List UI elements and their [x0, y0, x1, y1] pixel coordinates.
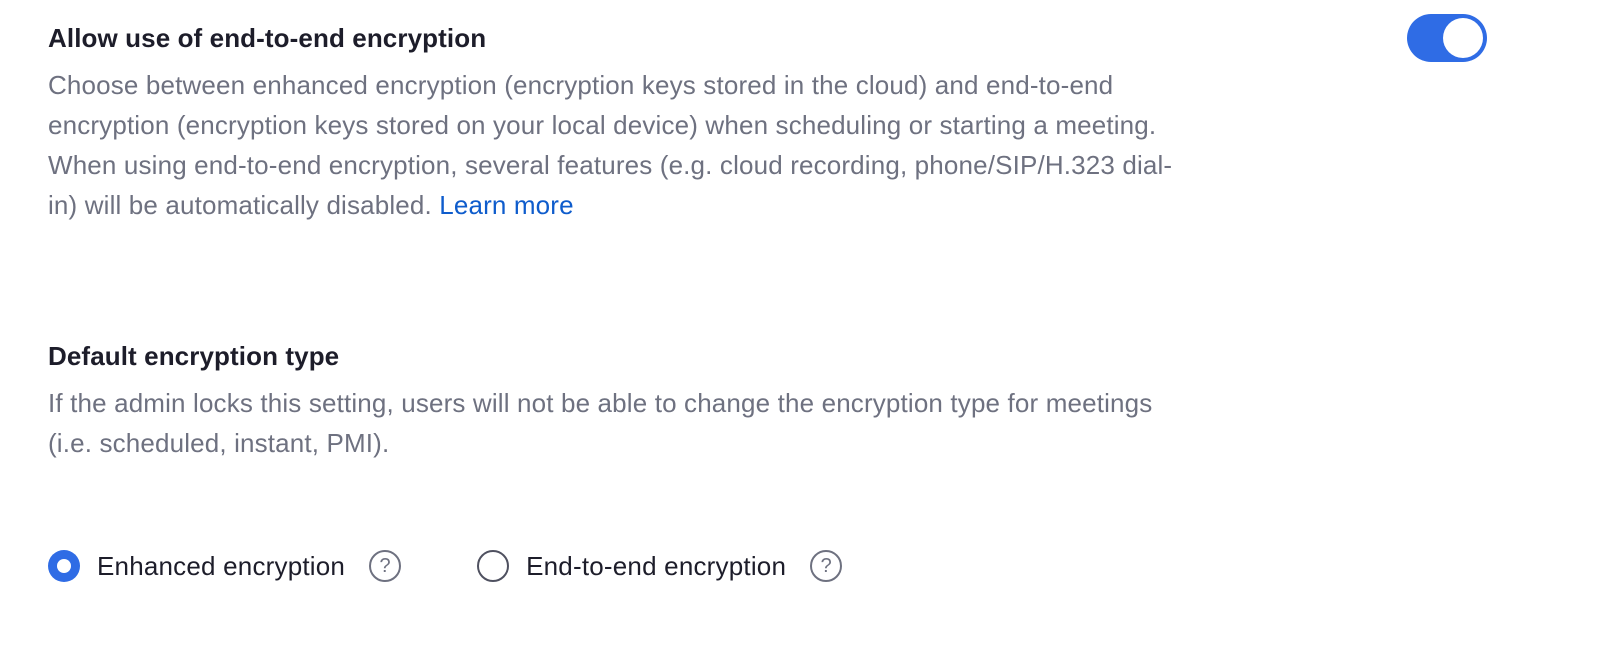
encryption-type-radio-group: Enhanced encryption ? End-to-end encrypt…	[48, 547, 843, 585]
radio-button-end-to-end[interactable]	[477, 550, 510, 582]
radio-option-enhanced-encryption[interactable]: Enhanced encryption ?	[48, 550, 402, 582]
default-desc-line-2: (i.e. scheduled, instant, PMI).	[48, 428, 390, 458]
radio-label-enhanced: Enhanced encryption	[97, 550, 346, 581]
default-encryption-title: Default encryption type	[48, 341, 340, 371]
radio-option-end-to-end-encryption[interactable]: End-to-end encryption ?	[477, 550, 843, 582]
toggle-knob	[1443, 18, 1483, 58]
e2e-desc-line-3: When using end-to-end encryption, severa…	[48, 150, 1173, 180]
default-desc-line-1: If the admin locks this setting, users w…	[48, 388, 1153, 418]
e2e-encryption-setting: Allow use of end-to-end encryption Choos…	[48, 20, 1368, 225]
e2e-setting-description: Choose between enhanced encryption (encr…	[48, 65, 1368, 225]
question-circle-icon[interactable]: ?	[369, 550, 402, 582]
radio-label-end-to-end: End-to-end encryption	[526, 550, 787, 581]
question-circle-icon[interactable]: ?	[810, 550, 843, 582]
e2e-setting-title: Allow use of end-to-end encryption	[48, 23, 487, 53]
learn-more-link[interactable]: Learn more	[439, 190, 573, 220]
e2e-desc-line-1: Choose between enhanced encryption (encr…	[48, 70, 1114, 100]
radio-button-enhanced[interactable]	[48, 550, 80, 582]
default-encryption-description: If the admin locks this setting, users w…	[48, 383, 1368, 463]
default-encryption-setting: Default encryption type If the admin loc…	[48, 338, 1368, 463]
e2e-encryption-toggle[interactable]	[1407, 14, 1487, 62]
e2e-desc-line-2: encryption (encryption keys stored on yo…	[48, 110, 1157, 140]
e2e-desc-line-4: in) will be automatically disabled.	[48, 190, 440, 220]
